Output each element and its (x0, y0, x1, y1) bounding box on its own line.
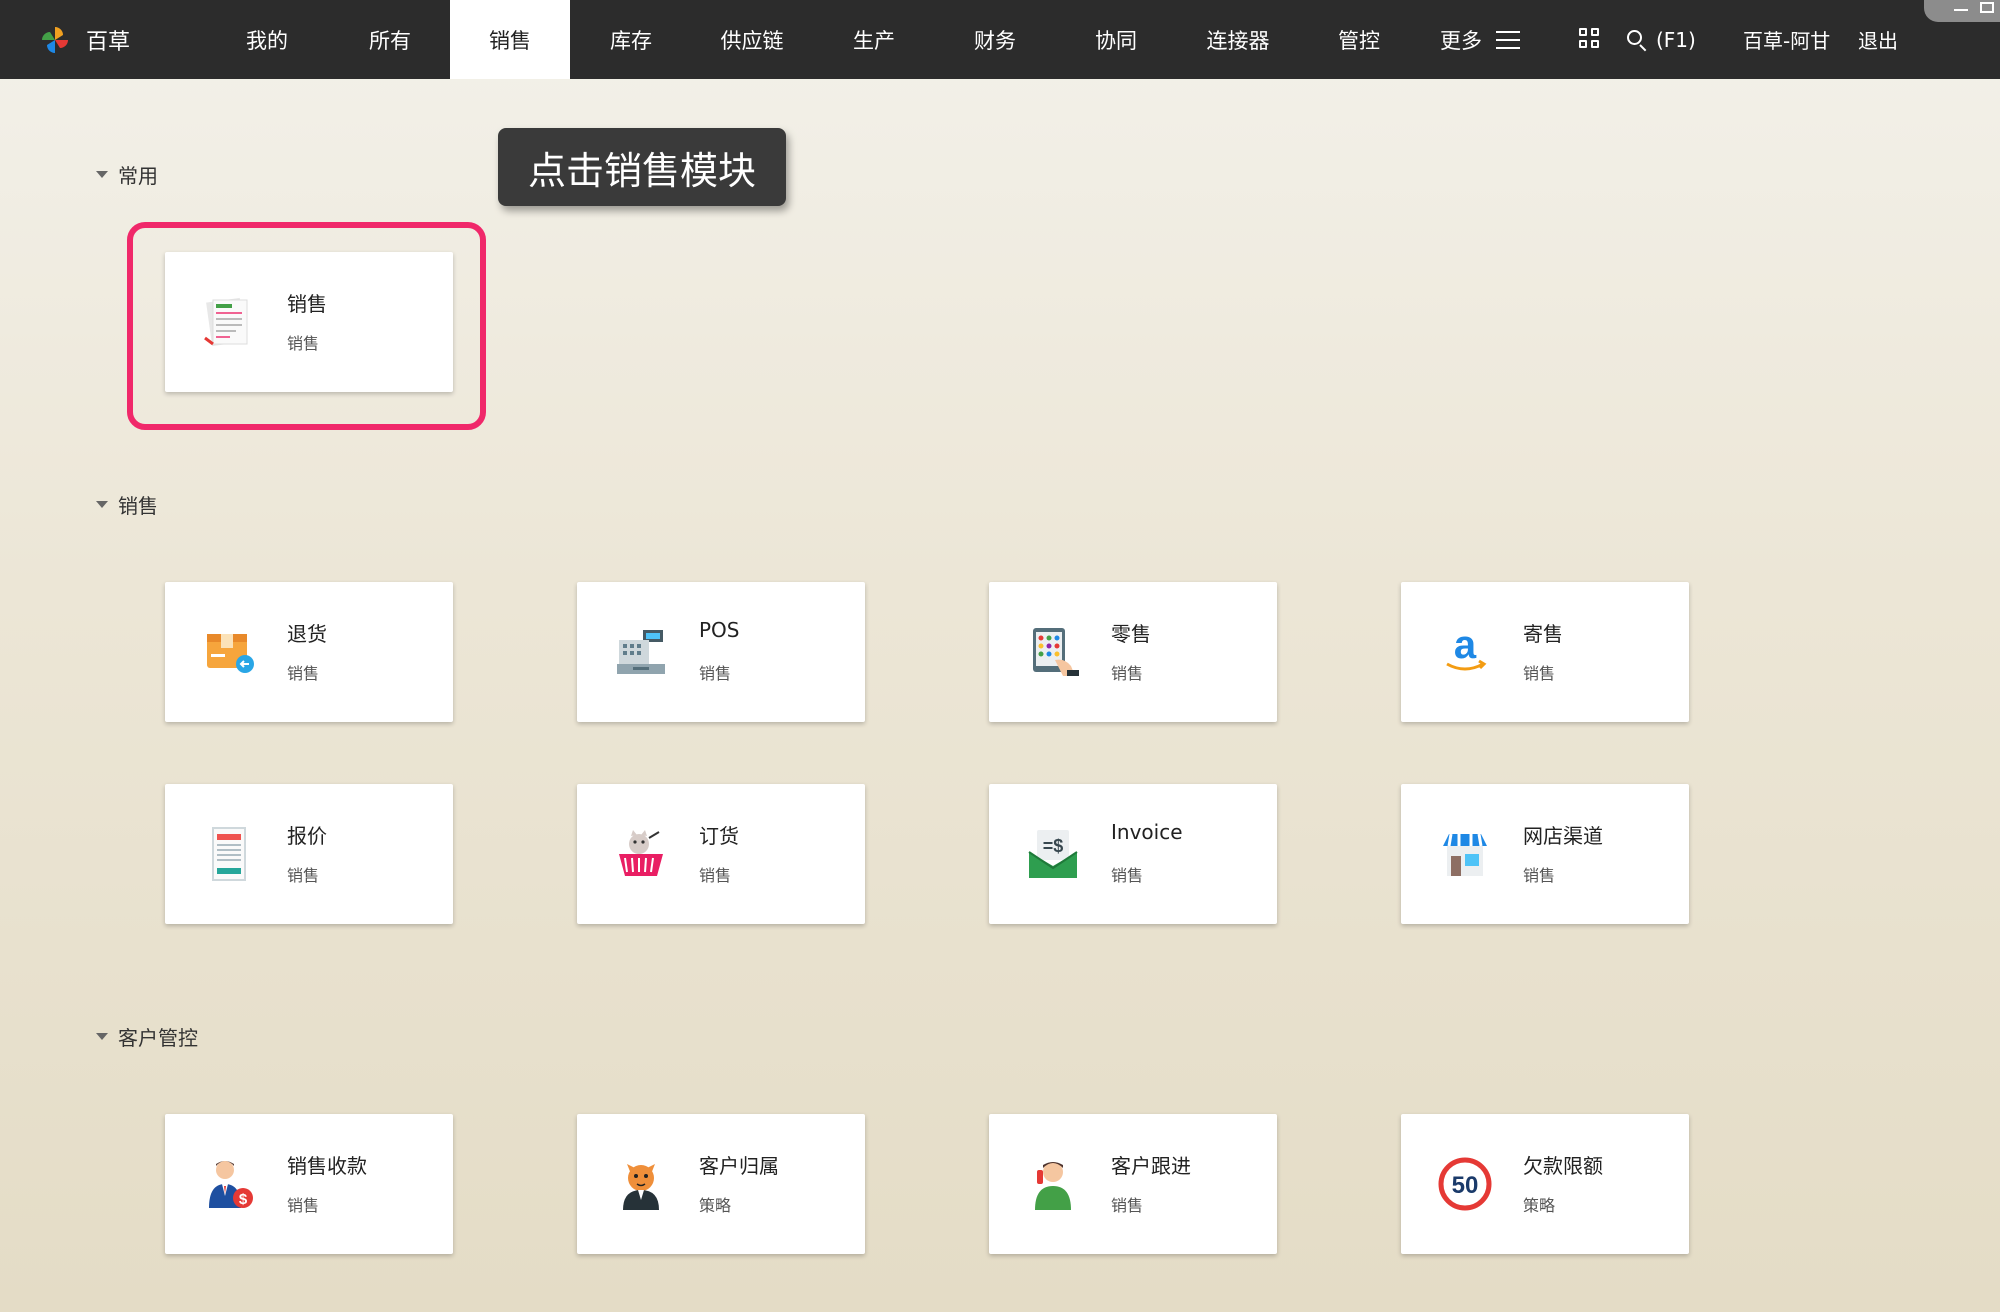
window-controls (1924, 0, 2000, 22)
card-subtitle: 销售 (287, 334, 320, 353)
nav-tab-finance[interactable]: 财务 (935, 0, 1055, 79)
price-tag-icon (212, 827, 246, 881)
section-title: 销售 (118, 494, 158, 518)
card-title: 客户归属 (699, 1154, 779, 1178)
order-document-icon (204, 297, 248, 347)
card-subtitle: 策略 (699, 1196, 732, 1215)
logout-button[interactable]: 退出 (1858, 0, 1898, 79)
apps-grid-icon[interactable] (1579, 28, 1599, 48)
card-subtitle: 销售 (699, 664, 732, 683)
amazon-logo-icon: a (1446, 624, 1487, 671)
card-title: 客户跟进 (1111, 1154, 1191, 1178)
shopping-basket-icon (619, 830, 663, 876)
card-title: 销售收款 (287, 1154, 367, 1178)
section-title: 常用 (118, 164, 158, 188)
nav-tab-supply-chain[interactable]: 供应链 (692, 0, 812, 79)
nav-tab-control[interactable]: 管控 (1299, 0, 1419, 79)
nav-tab-production[interactable]: 生产 (814, 0, 934, 79)
minimize-icon[interactable] (1954, 9, 1968, 11)
card-title: 报价 (287, 824, 327, 848)
invoice-envelope-icon: =$ (1028, 830, 1078, 878)
caret-down-icon (96, 1033, 108, 1040)
more-label: 更多 (1440, 28, 1482, 53)
storefront-icon (1443, 833, 1487, 876)
nav-tab-mine[interactable]: 我的 (207, 0, 327, 79)
card-title: 订货 (699, 824, 739, 848)
module-card-invoice[interactable]: =$ Invoice 销售 (989, 784, 1277, 924)
card-title: 寄售 (1523, 622, 1563, 646)
nav-tab-connector[interactable]: 连接器 (1178, 0, 1298, 79)
maximize-icon[interactable] (1980, 2, 1994, 13)
nav-tab-collaboration[interactable]: 协同 (1056, 0, 1176, 79)
module-card-consignment[interactable]: a 寄售 销售 (1401, 582, 1689, 722)
section-title: 客户管控 (118, 1026, 198, 1050)
module-card-sales-collection[interactable]: $ 销售收款 销售 (165, 1114, 453, 1254)
hamburger-menu-icon (1496, 30, 1520, 49)
module-card-retail[interactable]: 零售 销售 (989, 582, 1277, 722)
module-card-online-store[interactable]: 网店渠道 销售 (1401, 784, 1689, 924)
section-header-sales[interactable]: 销售 (96, 490, 158, 519)
card-subtitle: 销售 (287, 866, 320, 885)
tablet-hand-icon (1033, 628, 1079, 676)
cash-register-icon (617, 630, 665, 674)
nav-tab-sales[interactable]: 销售 (450, 0, 570, 79)
card-title: POS (699, 618, 740, 642)
caret-down-icon (96, 171, 108, 178)
section-header-customer-control[interactable]: 客户管控 (96, 1022, 198, 1051)
module-card-quotation[interactable]: 报价 销售 (165, 784, 453, 924)
module-card-customer-followup[interactable]: 客户跟进 销售 (989, 1114, 1277, 1254)
search-icon (1626, 29, 1648, 51)
svg-text:=$: =$ (1043, 836, 1064, 856)
card-title: 网店渠道 (1523, 824, 1603, 848)
card-title: 零售 (1111, 622, 1151, 646)
module-card-returns[interactable]: 退货 销售 (165, 582, 453, 722)
card-subtitle: 销售 (287, 664, 320, 683)
card-title: 退货 (287, 622, 327, 646)
module-card-sales[interactable]: 销售 销售 (165, 252, 453, 392)
more-menu-button[interactable]: 更多 (1440, 0, 1520, 79)
card-subtitle: 销售 (287, 1196, 320, 1215)
svg-text:a: a (1454, 624, 1477, 667)
cat-mascot-icon (623, 1164, 659, 1210)
instruction-tooltip: 点击销售模块 (498, 128, 786, 206)
module-card-ordering[interactable]: 订货 销售 (577, 784, 865, 924)
speed-limit-icon: 50 (1438, 1157, 1492, 1211)
card-subtitle: 销售 (1523, 866, 1556, 885)
top-navigation-bar: 百草 我的 所有 销售 库存 供应链 生产 财务 协同 连接器 管控 更多 (F… (0, 0, 2000, 79)
nav-tab-all[interactable]: 所有 (330, 0, 450, 79)
salesman-dollar-icon: $ (209, 1161, 253, 1208)
card-title: 欠款限额 (1523, 1154, 1603, 1178)
caret-down-icon (96, 501, 108, 508)
module-card-customer-ownership[interactable]: 客户归属 策略 (577, 1114, 865, 1254)
card-title: Invoice (1111, 820, 1183, 844)
svg-text:$: $ (239, 1191, 248, 1208)
brand[interactable]: 百草 (40, 0, 130, 79)
return-box-icon (207, 634, 254, 673)
card-subtitle: 销售 (699, 866, 732, 885)
section-header-frequent[interactable]: 常用 (96, 160, 158, 189)
card-subtitle: 销售 (1111, 866, 1144, 885)
svg-text:50: 50 (1452, 1172, 1479, 1199)
search-shortcut-hint: (F1) (1656, 27, 1696, 52)
card-subtitle: 销售 (1111, 1196, 1144, 1215)
nav-tab-inventory[interactable]: 库存 (571, 0, 691, 79)
pinwheel-logo-icon (42, 26, 68, 53)
card-subtitle: 销售 (1111, 664, 1144, 683)
card-title: 销售 (287, 292, 327, 316)
module-card-credit-limit[interactable]: 50 欠款限额 策略 (1401, 1114, 1689, 1254)
person-phone-icon (1035, 1162, 1071, 1210)
module-card-pos[interactable]: POS 销售 (577, 582, 865, 722)
brand-name: 百草 (86, 29, 131, 55)
card-subtitle: 销售 (1523, 664, 1556, 683)
user-name[interactable]: 百草-阿甘 (1743, 0, 1830, 79)
card-subtitle: 策略 (1523, 1196, 1556, 1215)
search-button[interactable]: (F1) (1626, 0, 1696, 79)
